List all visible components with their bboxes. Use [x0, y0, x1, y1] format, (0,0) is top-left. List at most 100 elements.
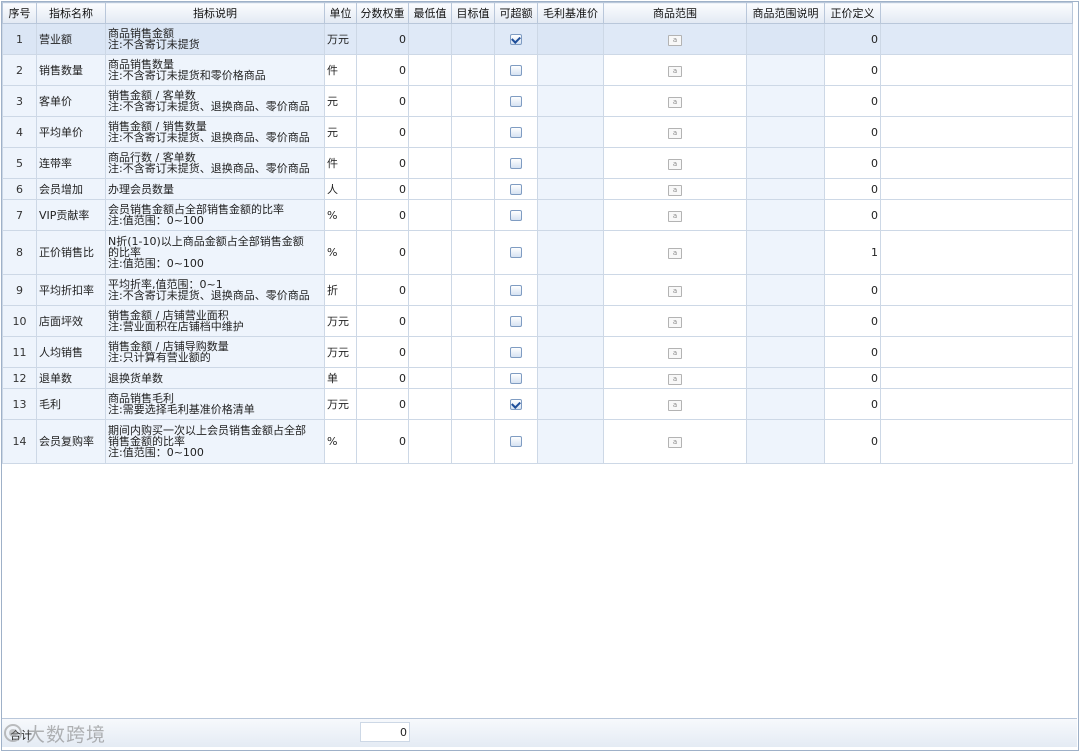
- col-idx[interactable]: 序号: [2, 2, 37, 24]
- exceed-checkbox[interactable]: [510, 126, 522, 138]
- col-exceed[interactable]: 可超额: [494, 2, 538, 24]
- scope-cell[interactable]: a: [603, 230, 747, 275]
- scope-picker-icon[interactable]: a: [668, 127, 682, 139]
- scope-picker-icon[interactable]: a: [668, 285, 682, 297]
- exceed-checkbox[interactable]: [510, 157, 522, 169]
- exceed-checkbox[interactable]: [510, 346, 522, 358]
- col-weight[interactable]: 分数权重: [356, 2, 409, 24]
- full-price-cell[interactable]: 0: [824, 178, 881, 200]
- table-row[interactable]: 3 客单价 销售金额 / 客单数 注:不含寄订未提货、退换商品、零价商品元 0 a 0: [2, 85, 1073, 117]
- table-row[interactable]: 14 会员复购率 期间内购买一次以上会员销售金额占全部 销售金额的比率 注:值范围：0~…: [2, 419, 1073, 464]
- weight-cell[interactable]: 0: [356, 305, 409, 337]
- exceed-cell[interactable]: [494, 274, 538, 306]
- min-value-cell[interactable]: [408, 54, 452, 86]
- full-price-cell[interactable]: 0: [824, 388, 881, 420]
- full-price-cell[interactable]: 0: [824, 419, 881, 464]
- base-price-cell[interactable]: [537, 274, 604, 306]
- scope-description-cell[interactable]: [746, 54, 825, 86]
- scope-cell[interactable]: a: [603, 178, 747, 200]
- weight-cell[interactable]: 0: [356, 388, 409, 420]
- min-value-cell[interactable]: [408, 305, 452, 337]
- exceed-cell[interactable]: [494, 419, 538, 464]
- table-row[interactable]: 9 平均折扣率 平均折率,值范围：0~1 注:不含寄订未提货、退换商品、零价商品折 0 a…: [2, 274, 1073, 306]
- min-value-cell[interactable]: [408, 23, 452, 55]
- full-price-cell[interactable]: 0: [824, 199, 881, 231]
- base-price-cell[interactable]: [537, 199, 604, 231]
- target-value-cell[interactable]: [451, 305, 495, 337]
- scope-description-cell[interactable]: [746, 199, 825, 231]
- scope-picker-icon[interactable]: a: [668, 65, 682, 77]
- scope-description-cell[interactable]: [746, 388, 825, 420]
- exceed-checkbox[interactable]: [510, 183, 522, 195]
- scope-cell[interactable]: a: [603, 147, 747, 179]
- table-row[interactable]: 10 店面坪效 销售金额 / 店铺营业面积 注:营业面积在店铺档中维护 万元 0 a 0: [2, 305, 1073, 337]
- target-value-cell[interactable]: [451, 336, 495, 368]
- weight-cell[interactable]: 0: [356, 23, 409, 55]
- weight-cell[interactable]: 0: [356, 116, 409, 148]
- exceed-checkbox[interactable]: [510, 209, 522, 221]
- scope-picker-icon[interactable]: a: [668, 34, 682, 46]
- scope-cell[interactable]: a: [603, 23, 747, 55]
- exceed-cell[interactable]: [494, 23, 538, 55]
- full-price-cell[interactable]: 0: [824, 147, 881, 179]
- weight-cell[interactable]: 0: [356, 230, 409, 275]
- base-price-cell[interactable]: [537, 116, 604, 148]
- min-value-cell[interactable]: [408, 388, 452, 420]
- base-price-cell[interactable]: [537, 419, 604, 464]
- scope-picker-icon[interactable]: a: [668, 158, 682, 170]
- col-min[interactable]: 最低值: [408, 2, 452, 24]
- unit-cell[interactable]: 万元: [324, 23, 357, 55]
- unit-cell[interactable]: 折: [324, 274, 357, 306]
- base-price-cell[interactable]: [537, 54, 604, 86]
- unit-cell[interactable]: 万元: [324, 336, 357, 368]
- scope-description-cell[interactable]: [746, 23, 825, 55]
- unit-cell[interactable]: 单: [324, 367, 357, 389]
- col-scope-desc[interactable]: 商品范围说明: [746, 2, 825, 24]
- unit-cell[interactable]: %: [324, 419, 357, 464]
- scope-picker-icon[interactable]: a: [668, 184, 682, 196]
- unit-cell[interactable]: 元: [324, 85, 357, 117]
- table-row[interactable]: 13 毛利 商品销售毛利 注:需要选择毛利基准价格清单 万元 0 a 0: [2, 388, 1073, 420]
- table-row[interactable]: 6 会员增加 办理会员数量人 0 a 0: [2, 178, 1073, 200]
- exceed-checkbox[interactable]: [510, 64, 522, 76]
- base-price-cell[interactable]: [537, 388, 604, 420]
- unit-cell[interactable]: 件: [324, 54, 357, 86]
- table-row[interactable]: 4 平均单价 销售金额 / 销售数量 注:不含寄订未提货、退换商品、零价商品元 0 a 0: [2, 116, 1073, 148]
- min-value-cell[interactable]: [408, 230, 452, 275]
- min-value-cell[interactable]: [408, 85, 452, 117]
- col-unit[interactable]: 单位: [324, 2, 357, 24]
- min-value-cell[interactable]: [408, 199, 452, 231]
- table-row[interactable]: 12 退单数 退换货单数单 0 a 0: [2, 367, 1073, 389]
- scope-cell[interactable]: a: [603, 305, 747, 337]
- scope-cell[interactable]: a: [603, 54, 747, 86]
- exceed-cell[interactable]: [494, 230, 538, 275]
- weight-cell[interactable]: 0: [356, 274, 409, 306]
- scope-cell[interactable]: a: [603, 388, 747, 420]
- weight-cell[interactable]: 0: [356, 419, 409, 464]
- exceed-checkbox[interactable]: [510, 398, 522, 410]
- scope-cell[interactable]: a: [603, 367, 747, 389]
- table-row[interactable]: 2 销售数量 商品销售数量 注:不含寄订未提货和零价格商品件 0 a 0: [2, 54, 1073, 86]
- base-price-cell[interactable]: [537, 85, 604, 117]
- min-value-cell[interactable]: [408, 336, 452, 368]
- target-value-cell[interactable]: [451, 178, 495, 200]
- exceed-cell[interactable]: [494, 336, 538, 368]
- exceed-cell[interactable]: [494, 388, 538, 420]
- col-target[interactable]: 目标值: [451, 2, 495, 24]
- exceed-checkbox[interactable]: [510, 247, 522, 259]
- scope-description-cell[interactable]: [746, 147, 825, 179]
- full-price-cell[interactable]: 0: [824, 367, 881, 389]
- scope-description-cell[interactable]: [746, 305, 825, 337]
- target-value-cell[interactable]: [451, 199, 495, 231]
- base-price-cell[interactable]: [537, 23, 604, 55]
- scope-picker-icon[interactable]: a: [668, 96, 682, 108]
- col-name[interactable]: 指标名称: [36, 2, 106, 24]
- scope-description-cell[interactable]: [746, 85, 825, 117]
- weight-cell[interactable]: 0: [356, 85, 409, 117]
- exceed-checkbox[interactable]: [510, 33, 522, 45]
- weight-cell[interactable]: 0: [356, 199, 409, 231]
- full-price-cell[interactable]: 0: [824, 305, 881, 337]
- scope-picker-icon[interactable]: a: [668, 437, 682, 448]
- full-price-cell[interactable]: 0: [824, 336, 881, 368]
- scope-cell[interactable]: a: [603, 336, 747, 368]
